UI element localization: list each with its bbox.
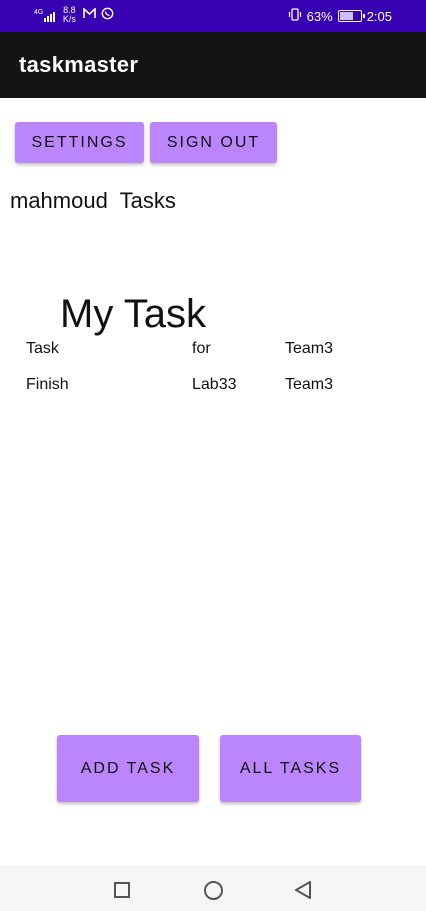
status-right: 63% 2:05 [288,8,392,24]
back-icon[interactable] [294,880,312,905]
app-title: taskmaster [19,52,139,77]
task-body-cell: Lab33 [192,376,237,393]
network-speed: 8.8 K/s [60,6,78,24]
task-title-cell: Task [26,340,59,357]
mail-icon [83,7,97,22]
status-left: 4G 8.8 K/s [34,6,114,24]
user-tasks-heading: mahmoud Tasks [10,188,176,213]
clock: 2:05 [366,8,392,24]
recent-apps-icon[interactable] [114,882,130,898]
vibrate-icon [288,8,302,24]
task-list-title: My Task [60,292,206,336]
battery-icon [337,10,365,22]
task-title-cell: Finish [26,376,69,393]
add-task-button[interactable]: ADD TASK [57,735,199,802]
task-team-cell: Team3 [285,376,334,393]
task-body-cell: for [192,340,211,357]
task-team-cell: Team3 [285,340,334,357]
navigation-bar [0,866,426,911]
screen: 4G 8.8 K/s 63% 2:05 taskmaster SETTINGS … [0,0,426,911]
app-bar: taskmaster [0,32,426,98]
task-row[interactable]: Finish Lab33 Team3 [0,376,426,400]
all-tasks-button[interactable]: ALL TASKS [220,735,361,802]
status-bar: 4G 8.8 K/s 63% 2:05 [0,0,426,32]
settings-button[interactable]: SETTINGS [15,122,144,163]
network-speed-unit: K/s [62,14,76,24]
signal-icon: 4G [34,8,56,22]
task-row[interactable]: Task for Team3 [0,340,426,364]
battery-percent: 63% [306,8,333,24]
sign-out-button[interactable]: SIGN OUT [150,122,277,163]
network-label: 4G [34,9,44,16]
whatsapp-icon [101,7,114,23]
home-icon[interactable] [204,881,223,900]
